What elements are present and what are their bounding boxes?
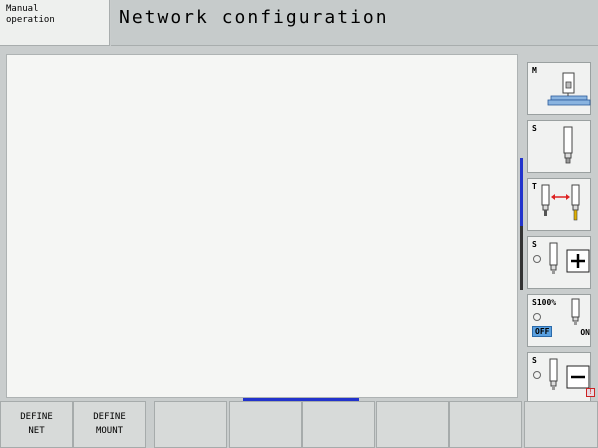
vertical-softkey-column: M S T S S100% OFF ON S bbox=[520, 54, 598, 405]
softkey-define-net[interactable]: DEFINE NET bbox=[0, 401, 73, 448]
softkey-spindle-minus[interactable]: S bbox=[527, 352, 591, 405]
spindle-minus-icon bbox=[533, 358, 590, 390]
mode-line-1: Manual bbox=[6, 4, 39, 14]
softkey-spindle-override[interactable]: S100% OFF ON bbox=[527, 294, 591, 347]
spindle-plus-icon bbox=[533, 242, 590, 274]
softkey-spindle[interactable]: S bbox=[527, 120, 591, 173]
tool-change-icon bbox=[541, 184, 580, 221]
softkey-line2: MOUNT bbox=[95, 426, 124, 436]
page-title: Network configuration bbox=[111, 0, 598, 46]
machine-table-icon bbox=[547, 72, 591, 106]
mode-line-2: operation bbox=[6, 15, 55, 25]
softkey-empty-5[interactable] bbox=[302, 401, 375, 448]
softkey-empty-4[interactable] bbox=[229, 401, 302, 448]
off-indicator: OFF bbox=[532, 326, 553, 337]
softkey-line1: DEFINE bbox=[93, 412, 126, 422]
softkey-machine[interactable]: M bbox=[527, 62, 591, 115]
override-state: OFF ON bbox=[532, 326, 590, 337]
horizontal-softkey-row: DEFINE NET DEFINE MOUNT bbox=[0, 401, 598, 448]
scroll-indicator-blue bbox=[520, 158, 523, 226]
warning-icon[interactable]: ! bbox=[586, 388, 595, 397]
softkey-tool-change[interactable]: T bbox=[527, 178, 591, 231]
main-content-area bbox=[6, 54, 518, 398]
softkey-spindle-plus[interactable]: S bbox=[527, 236, 591, 289]
softkey-empty-3[interactable] bbox=[154, 401, 227, 448]
operating-mode-panel: Manual operation bbox=[0, 0, 110, 46]
scroll-indicator-dark bbox=[520, 226, 523, 290]
softkey-empty-7[interactable] bbox=[449, 401, 522, 448]
softkey-empty-6[interactable] bbox=[376, 401, 449, 448]
softkey-line1: DEFINE bbox=[20, 412, 53, 422]
spindle-tool-icon bbox=[563, 126, 573, 164]
softkey-define-mount[interactable]: DEFINE MOUNT bbox=[73, 401, 146, 448]
softkey-empty-8[interactable] bbox=[524, 401, 598, 448]
softkey-line2: NET bbox=[28, 426, 45, 436]
on-indicator: ON bbox=[580, 328, 590, 337]
spindle-override-icon bbox=[533, 298, 580, 325]
